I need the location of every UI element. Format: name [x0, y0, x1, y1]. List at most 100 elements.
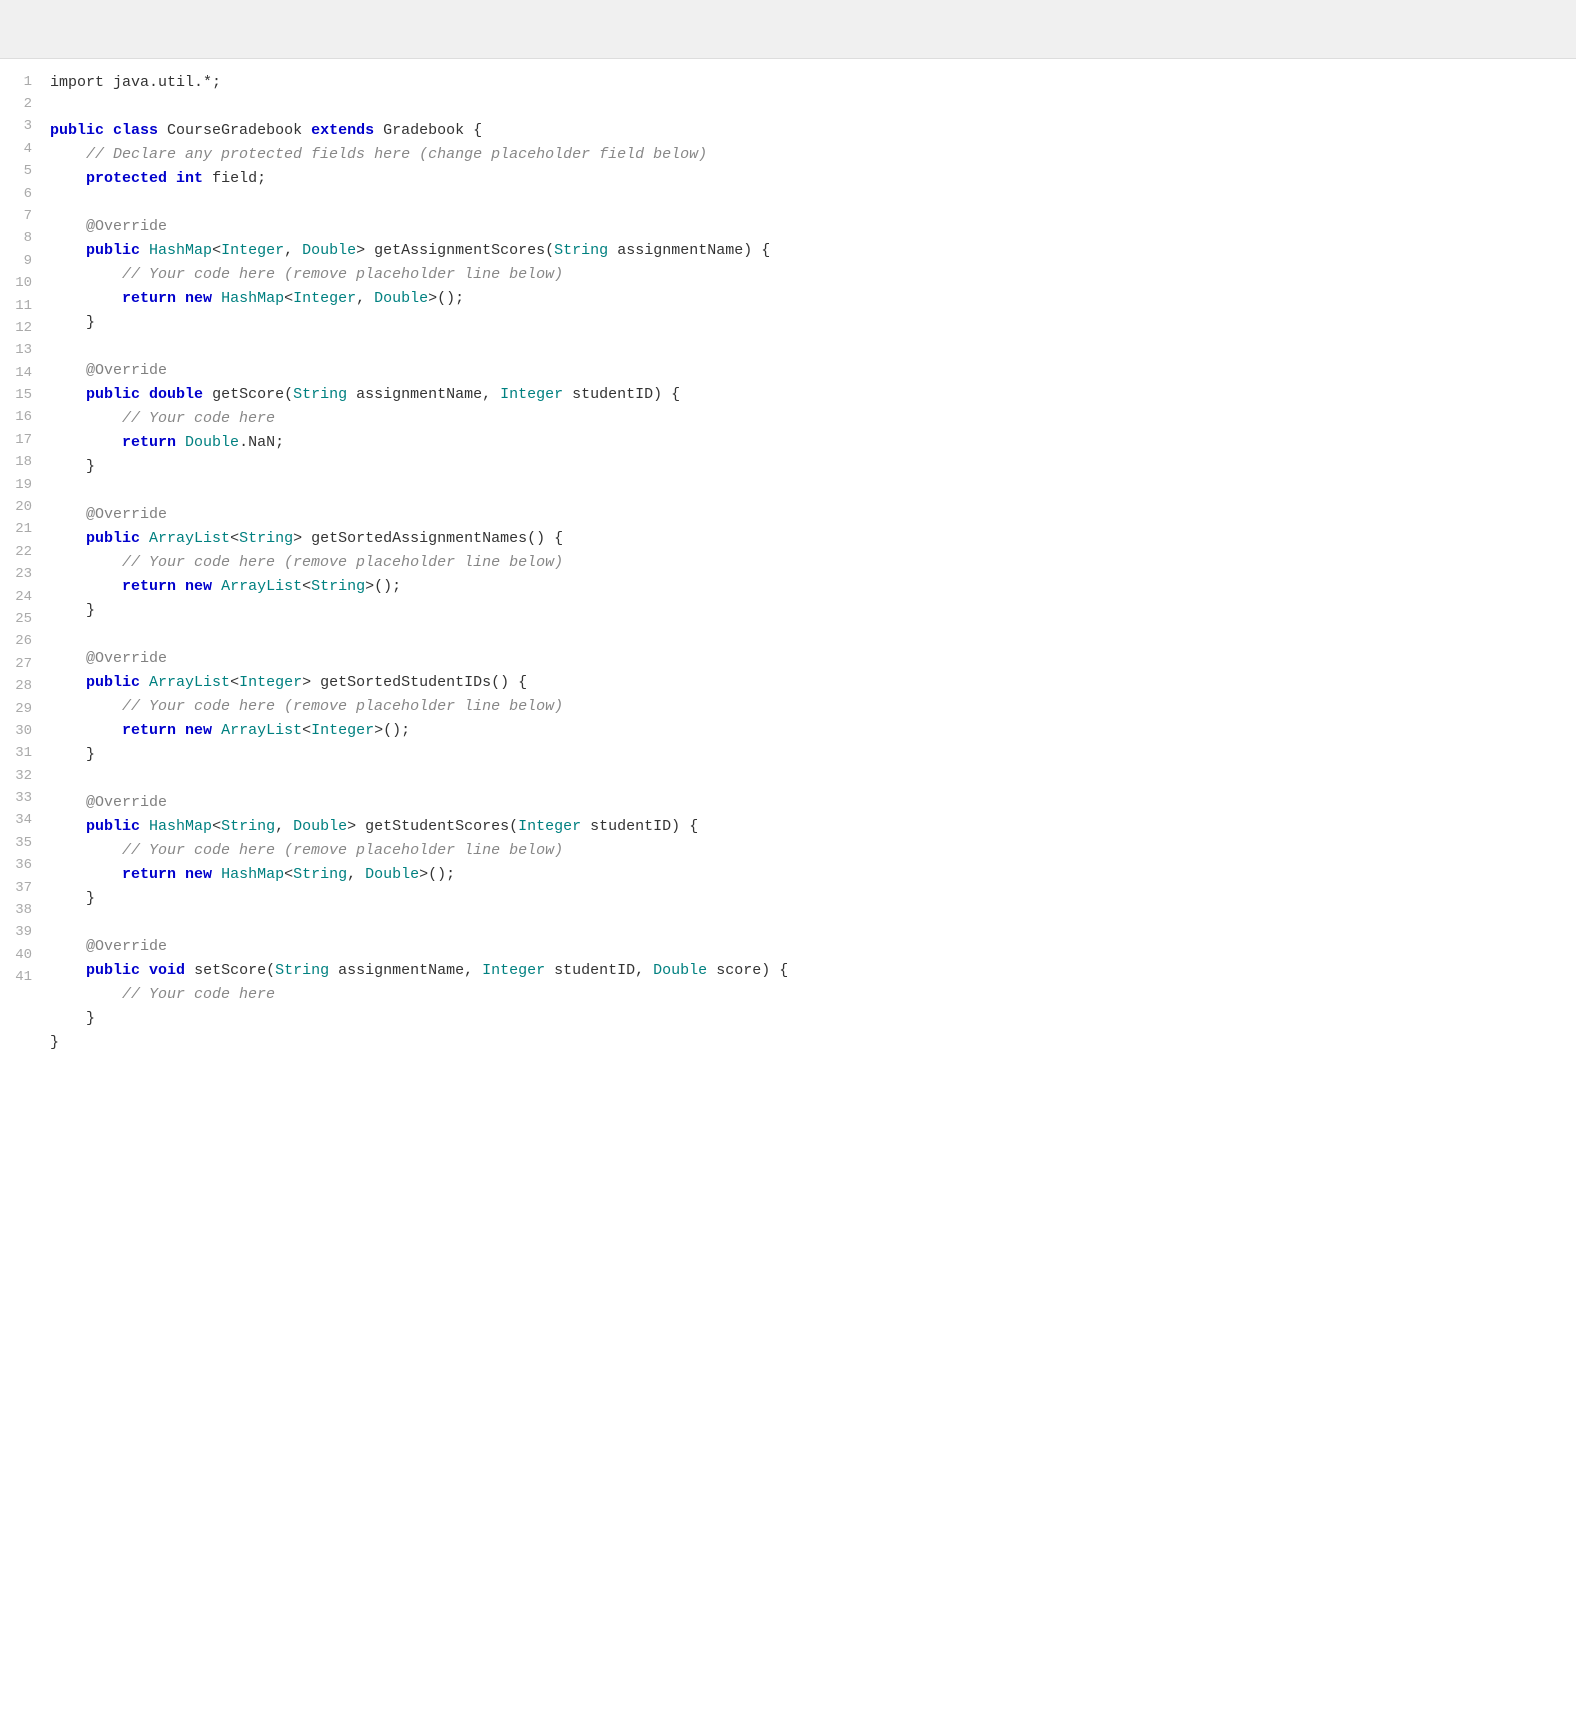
kw-token: void	[149, 962, 185, 979]
plain-token: studentID,	[545, 962, 653, 979]
type-token: Double	[185, 434, 239, 451]
line-number: 23	[12, 563, 32, 585]
kw-token: class	[113, 122, 158, 139]
code-line: return new ArrayList<String>();	[50, 575, 1576, 599]
line-number: 30	[12, 720, 32, 742]
plain-token: > getSortedAssignmentNames() {	[293, 530, 563, 547]
kw-token: protected	[86, 170, 167, 187]
kw-token: extends	[311, 122, 374, 139]
plain-token	[212, 722, 221, 739]
plain-token	[176, 434, 185, 451]
kw-token: return	[122, 578, 176, 595]
annotation-token: @Override	[86, 362, 167, 379]
plain-token: >();	[374, 722, 410, 739]
type-token: String	[221, 818, 275, 835]
line-number: 32	[12, 765, 32, 787]
plain-token: >();	[419, 866, 455, 883]
comment-token: // Your code here (remove placeholder li…	[122, 842, 563, 859]
code-line: @Override	[50, 935, 1576, 959]
plain-token	[50, 698, 122, 715]
code-line: public HashMap<Integer, Double> getAssig…	[50, 239, 1576, 263]
kw-token: int	[176, 170, 203, 187]
type-token: Integer	[311, 722, 374, 739]
annotation-token: @Override	[86, 218, 167, 235]
plain-token	[50, 962, 86, 979]
type-token: ArrayList	[149, 674, 230, 691]
code-line: return new ArrayList<Integer>();	[50, 719, 1576, 743]
plain-token	[212, 578, 221, 595]
comment-token: // Your code here (remove placeholder li…	[122, 266, 563, 283]
plain-token	[50, 722, 122, 739]
type-token: String	[293, 386, 347, 403]
annotation-token: @Override	[86, 650, 167, 667]
type-token: Integer	[239, 674, 302, 691]
comment-token: // Declare any protected fields here (ch…	[86, 146, 707, 163]
kw-token: public	[86, 962, 140, 979]
plain-token: }	[50, 890, 95, 907]
line-number: 15	[12, 384, 32, 406]
line-number: 29	[12, 698, 32, 720]
code-line: }	[50, 599, 1576, 623]
kw-token: new	[185, 866, 212, 883]
plain-token: <	[302, 578, 311, 595]
line-number: 24	[12, 586, 32, 608]
plain-token	[50, 290, 122, 307]
code-line: public void setScore(String assignmentNa…	[50, 959, 1576, 983]
plain-token	[50, 818, 86, 835]
plain-token: Gradebook {	[374, 122, 482, 139]
plain-token: .NaN;	[239, 434, 284, 451]
plain-token: }	[50, 1010, 95, 1027]
line-number: 13	[12, 339, 32, 361]
plain-token: setScore(	[185, 962, 275, 979]
plain-token	[176, 578, 185, 595]
line-number: 31	[12, 742, 32, 764]
kw-token: return	[122, 434, 176, 451]
plain-token	[140, 242, 149, 259]
line-number: 10	[12, 272, 32, 294]
code-line: public ArrayList<Integer> getSortedStude…	[50, 671, 1576, 695]
plain-token: <	[230, 674, 239, 691]
kw-token: public	[86, 530, 140, 547]
line-number: 28	[12, 675, 32, 697]
plain-token	[50, 362, 86, 379]
kw-token: return	[122, 290, 176, 307]
plain-token	[176, 290, 185, 307]
type-token: String	[275, 962, 329, 979]
kw-token: public	[86, 818, 140, 835]
type-token: Double	[653, 962, 707, 979]
type-token: Integer	[293, 290, 356, 307]
code-line: public class CourseGradebook extends Gra…	[50, 119, 1576, 143]
code-line: @Override	[50, 215, 1576, 239]
plain-token	[140, 962, 149, 979]
plain-token: }	[50, 458, 95, 475]
code-line: @Override	[50, 791, 1576, 815]
line-number: 8	[12, 227, 32, 249]
code-content[interactable]: import java.util.*; public class CourseG…	[42, 71, 1576, 1055]
plain-token	[50, 146, 86, 163]
plain-token: <	[212, 818, 221, 835]
plain-token	[50, 986, 122, 1003]
plain-token	[50, 650, 86, 667]
type-token: String	[311, 578, 365, 595]
line-number: 25	[12, 608, 32, 630]
plain-token: assignmentName,	[329, 962, 482, 979]
plain-token	[50, 554, 122, 571]
plain-token: ,	[275, 818, 293, 835]
line-number: 18	[12, 451, 32, 473]
line-number: 3	[12, 115, 32, 137]
kw-token: new	[185, 290, 212, 307]
code-line: public ArrayList<String> getSortedAssign…	[50, 527, 1576, 551]
type-token: String	[293, 866, 347, 883]
line-number: 34	[12, 809, 32, 831]
line-number: 35	[12, 832, 32, 854]
annotation-token: @Override	[86, 938, 167, 955]
plain-token	[50, 578, 122, 595]
type-token: HashMap	[149, 242, 212, 259]
plain-token: assignmentName) {	[608, 242, 770, 259]
comment-token: // Your code here	[122, 986, 275, 1003]
line-number: 6	[12, 183, 32, 205]
plain-token	[140, 530, 149, 547]
code-line: return new HashMap<Integer, Double>();	[50, 287, 1576, 311]
plain-token	[176, 722, 185, 739]
line-number: 41	[12, 966, 32, 988]
